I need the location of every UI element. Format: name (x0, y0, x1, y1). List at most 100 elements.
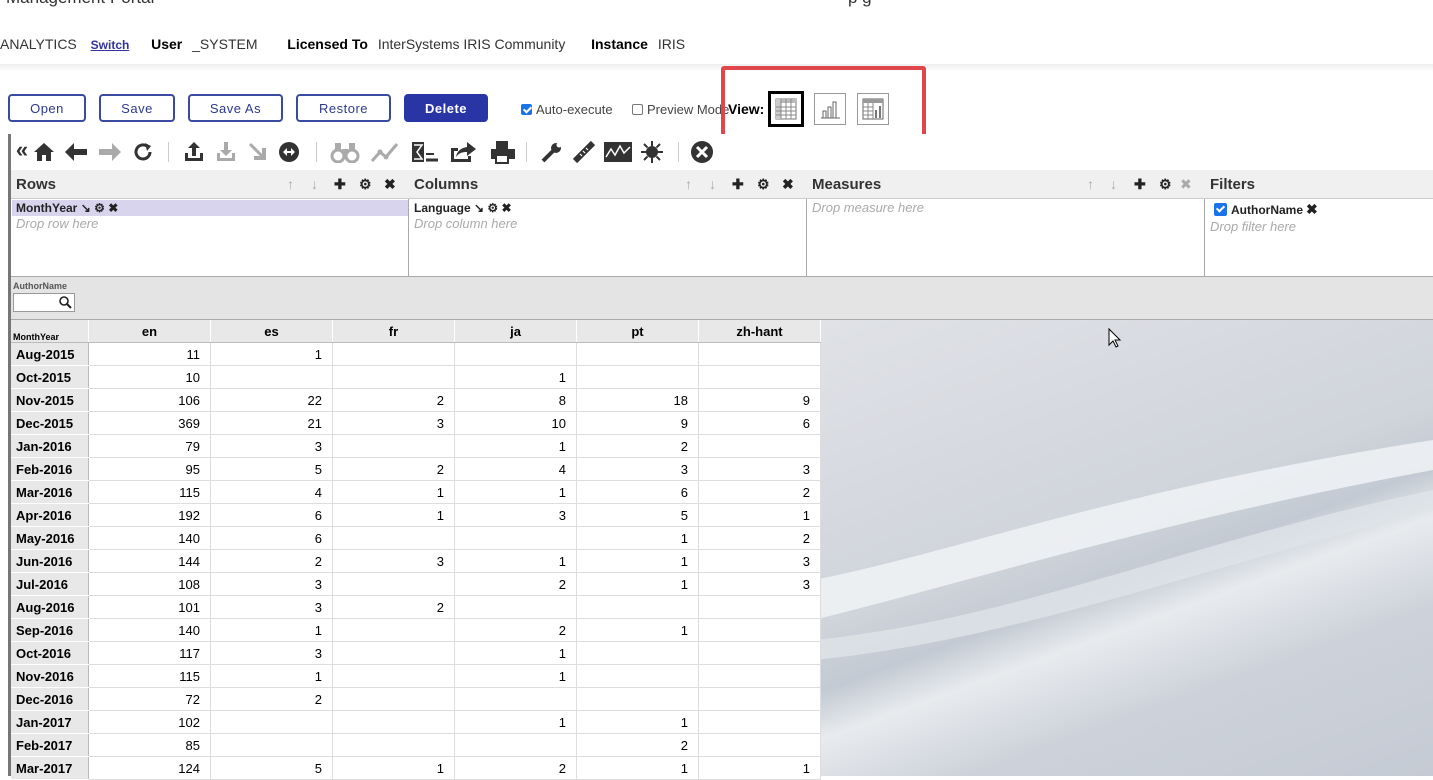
remove-icon[interactable]: ✖ (108, 201, 118, 215)
table-cell[interactable]: 1 (698, 503, 821, 527)
table-cell[interactable]: 117 (88, 641, 211, 665)
table-cell[interactable]: 1 (576, 710, 699, 734)
preview-mode-checkbox[interactable]: Preview Mode (632, 102, 729, 117)
table-cell[interactable]: 2 (576, 733, 699, 757)
table-cell[interactable] (698, 733, 821, 757)
table-cell[interactable]: 2 (698, 526, 821, 550)
rows-chip[interactable]: MonthYear ↘ ⚙ ✖ (16, 201, 118, 215)
table-cell[interactable]: 6 (576, 480, 699, 504)
checkbox-checked-icon[interactable] (1214, 203, 1227, 216)
table-cell[interactable] (454, 342, 577, 366)
table-cell[interactable] (698, 618, 821, 642)
move-down-icon[interactable]: ↓ (311, 176, 318, 192)
close-icon[interactable]: ✖ (1180, 176, 1192, 193)
table-cell[interactable]: 1 (698, 756, 821, 780)
close-icon[interactable]: ✖ (782, 176, 794, 193)
row-header[interactable]: Nov-2015 (11, 388, 89, 412)
filter-checkbox[interactable] (1214, 203, 1231, 216)
table-cell[interactable]: 1 (332, 480, 455, 504)
table-cell[interactable] (698, 641, 821, 665)
drill-icon[interactable]: ↘ (81, 201, 91, 215)
remove-icon[interactable]: ✖ (1306, 201, 1318, 218)
table-cell[interactable] (332, 526, 455, 550)
table-cell[interactable]: 2 (332, 457, 455, 481)
move-up-icon[interactable]: ↑ (287, 176, 294, 192)
gear-icon[interactable]: ⚙ (94, 201, 105, 215)
row-header[interactable]: Sep-2016 (11, 618, 89, 642)
search-icon[interactable] (59, 296, 72, 309)
table-cell[interactable]: 95 (88, 457, 211, 481)
table-cell[interactable] (576, 365, 699, 389)
gear-icon[interactable]: ⚙ (1159, 176, 1172, 193)
table-cell[interactable]: 3 (698, 572, 821, 596)
table-cell[interactable] (698, 342, 821, 366)
move-up-icon[interactable]: ↑ (685, 176, 692, 192)
table-cell[interactable]: 11 (88, 342, 211, 366)
import-icon[interactable] (214, 140, 238, 164)
table-cell[interactable]: 79 (88, 434, 211, 458)
table-cell[interactable]: 3 (698, 457, 821, 481)
column-header[interactable]: ja (454, 320, 577, 343)
column-header[interactable]: en (88, 320, 211, 343)
table-cell[interactable] (210, 733, 333, 757)
column-header[interactable]: pt (576, 320, 699, 343)
binoculars-icon[interactable] (330, 140, 360, 164)
row-header[interactable]: Dec-2015 (11, 411, 89, 435)
table-cell[interactable] (698, 434, 821, 458)
table-cell[interactable]: 2 (332, 388, 455, 412)
table-cell[interactable]: 1 (210, 342, 333, 366)
table-cell[interactable] (332, 618, 455, 642)
add-icon[interactable]: ✚ (732, 176, 744, 193)
table-cell[interactable] (332, 664, 455, 688)
gear-icon[interactable]: ⚙ (487, 201, 498, 215)
table-cell[interactable]: 3 (210, 641, 333, 665)
table-cell[interactable]: 6 (698, 411, 821, 435)
table-cell[interactable] (332, 572, 455, 596)
table-cell[interactable]: 1 (576, 526, 699, 550)
table-cell[interactable]: 115 (88, 664, 211, 688)
table-cell[interactable]: 2 (210, 549, 333, 573)
table-cell[interactable]: 1 (576, 549, 699, 573)
table-cell[interactable]: 1 (332, 756, 455, 780)
table-cell[interactable] (576, 687, 699, 711)
table-cell[interactable]: 115 (88, 480, 211, 504)
table-cell[interactable]: 2 (454, 572, 577, 596)
table-cell[interactable]: 101 (88, 595, 211, 619)
row-header[interactable]: Jan-2016 (11, 434, 89, 458)
row-header[interactable]: Aug-2015 (11, 342, 89, 366)
row-header[interactable]: Jan-2017 (11, 710, 89, 734)
row-header[interactable]: Feb-2017 (11, 733, 89, 757)
table-cell[interactable]: 1 (454, 710, 577, 734)
table-cell[interactable]: 1 (454, 480, 577, 504)
table-cell[interactable]: 6 (210, 526, 333, 550)
table-cell[interactable]: 2 (454, 618, 577, 642)
wrench-icon[interactable] (540, 140, 564, 164)
table-cell[interactable]: 2 (576, 434, 699, 458)
table-cell[interactable]: 2 (698, 480, 821, 504)
table-cell[interactable]: 1 (576, 618, 699, 642)
save-as-button[interactable]: Save As (188, 94, 283, 122)
refresh-icon[interactable] (131, 140, 155, 164)
save-button[interactable]: Save (99, 94, 175, 122)
table-cell[interactable]: 72 (88, 687, 211, 711)
row-header[interactable]: Mar-2016 (11, 480, 89, 504)
table-cell[interactable]: 192 (88, 503, 211, 527)
table-cell[interactable]: 1 (210, 618, 333, 642)
table-cell[interactable]: 5 (210, 457, 333, 481)
table-cell[interactable]: 102 (88, 710, 211, 734)
table-cell[interactable] (576, 641, 699, 665)
add-icon[interactable]: ✚ (1134, 176, 1146, 193)
line-chart-icon[interactable] (370, 140, 400, 164)
table-cell[interactable] (332, 434, 455, 458)
add-icon[interactable]: ✚ (334, 176, 346, 193)
delete-button[interactable]: Delete (404, 94, 488, 122)
table-cell[interactable]: 1 (454, 664, 577, 688)
table-cell[interactable] (332, 733, 455, 757)
sun-icon[interactable] (640, 140, 664, 164)
table-cell[interactable]: 10 (88, 365, 211, 389)
table-cell[interactable]: 3 (210, 595, 333, 619)
table-cell[interactable]: 4 (454, 457, 577, 481)
table-cell[interactable]: 144 (88, 549, 211, 573)
table-cell[interactable]: 18 (576, 388, 699, 412)
table-cell[interactable]: 369 (88, 411, 211, 435)
